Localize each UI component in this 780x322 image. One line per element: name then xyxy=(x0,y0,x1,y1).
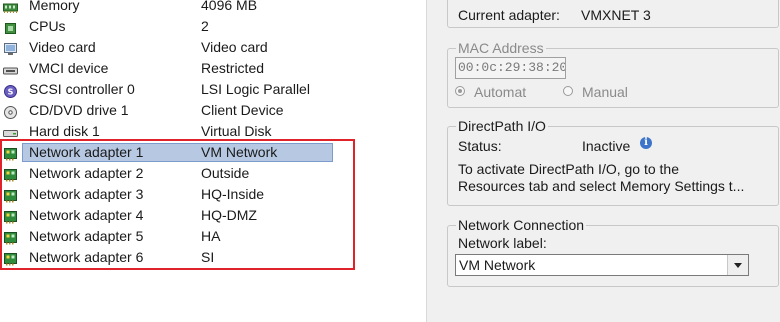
hardware-summary: HA xyxy=(201,228,221,244)
hard-disk-icon xyxy=(3,125,18,138)
hardware-row-network-adapter-2[interactable]: Network adapter 2 Outside xyxy=(0,163,426,184)
current-adapter-label: Current adapter: xyxy=(458,7,560,23)
hardware-summary: HQ-Inside xyxy=(201,186,265,202)
hardware-name: SCSI controller 0 xyxy=(29,81,135,97)
hardware-name: Network adapter 4 xyxy=(29,207,144,223)
info-icon[interactable]: i xyxy=(640,137,652,149)
network-label-selected: VM Network xyxy=(459,257,536,273)
network-adapter-icon xyxy=(3,230,18,245)
network-adapter-icon xyxy=(3,188,18,203)
hardware-row-network-adapter-1[interactable]: Network adapter 1 VM Network xyxy=(0,142,426,163)
network-adapter-icon xyxy=(3,209,18,224)
hardware-summary: 2 xyxy=(201,18,209,34)
hardware-row-network-adapter-4[interactable]: Network adapter 4 HQ-DMZ xyxy=(0,205,426,226)
hardware-summary: Client Device xyxy=(201,102,284,118)
current-adapter-value: VMXNET 3 xyxy=(581,7,651,23)
hardware-name: Video card xyxy=(29,39,96,55)
monitor-icon xyxy=(3,41,18,55)
network-adapter-icon xyxy=(3,251,18,266)
hardware-row-network-adapter-3[interactable]: Network adapter 3 HQ-Inside xyxy=(0,184,426,205)
mac-address-input[interactable]: 00:0c:29:38:20: xyxy=(455,57,566,79)
hardware-panel: Memory 4096 MB CPUs 2 Video card Video card VM… xyxy=(0,0,426,322)
network-label-select[interactable]: VM Network xyxy=(455,254,749,276)
network-adapter-icon xyxy=(3,146,18,161)
directpath-hint-line1: To activate DirectPath I/O, go to the xyxy=(458,161,679,177)
directpath-status-label: Status: xyxy=(458,138,502,154)
hardware-name: Network adapter 2 xyxy=(29,165,144,181)
hardware-row-video-card[interactable]: Video card Video card xyxy=(0,37,426,58)
memory-icon xyxy=(3,0,18,13)
automatic-radio-label: Automat xyxy=(474,84,527,100)
hardware-name: Network adapter 3 xyxy=(29,186,144,202)
hardware-summary: Outside xyxy=(201,165,250,181)
hardware-row-vmci-device[interactable]: VMCI device Restricted xyxy=(0,58,426,79)
hardware-summary: Virtual Disk xyxy=(201,123,272,139)
hardware-row-scsi-controller-0[interactable]: S SCSI controller 0 LSI Logic Parallel xyxy=(0,79,426,100)
automatic-radio[interactable] xyxy=(455,86,465,96)
chevron-down-icon[interactable] xyxy=(727,255,748,275)
hardware-name: CD/DVD drive 1 xyxy=(29,102,129,118)
directpath-legend: DirectPath I/O xyxy=(456,117,548,135)
directpath-status-value: Inactive xyxy=(582,138,631,154)
hardware-name: Hard disk 1 xyxy=(29,123,100,139)
hardware-summary: Video card xyxy=(201,39,268,55)
directpath-hint-line2: Resources tab and select Memory Settings… xyxy=(458,178,745,194)
hardware-row-hard-disk-1[interactable]: Hard disk 1 Virtual Disk xyxy=(0,121,426,142)
hardware-name: CPUs xyxy=(29,18,66,34)
network-connection-legend: Network Connection xyxy=(456,216,587,234)
hardware-summary: LSI Logic Parallel xyxy=(201,81,310,97)
hardware-summary: Restricted xyxy=(201,60,265,76)
mac-address-legend: MAC Address xyxy=(456,39,546,57)
manual-radio-label: Manual xyxy=(582,84,628,100)
scsi-icon: S xyxy=(3,83,18,98)
hardware-name: Network adapter 6 xyxy=(29,249,144,265)
hardware-row-network-adapter-5[interactable]: Network adapter 5 HA xyxy=(0,226,426,247)
hardware-summary: 4096 MB xyxy=(201,0,258,13)
manual-radio[interactable] xyxy=(563,86,573,96)
hardware-summary: VM Network xyxy=(201,144,278,160)
hardware-name: Network adapter 1 xyxy=(29,144,144,160)
hardware-row-cd-dvd-drive-1[interactable]: CD/DVD drive 1 Client Device xyxy=(0,100,426,121)
hardware-list: Memory 4096 MB CPUs 2 Video card Video card VM… xyxy=(0,0,426,268)
network-label-caption: Network label: xyxy=(458,235,547,251)
cpu-icon xyxy=(3,20,18,34)
hardware-name: Network adapter 5 xyxy=(29,228,144,244)
hardware-row-cpus[interactable]: CPUs 2 xyxy=(0,16,426,37)
hardware-name: Memory xyxy=(29,0,80,13)
hardware-row-memory[interactable]: Memory 4096 MB xyxy=(0,0,426,16)
hardware-summary: SI xyxy=(201,249,215,265)
svg-text:S: S xyxy=(8,88,14,97)
hardware-row-network-adapter-6[interactable]: Network adapter 6 SI xyxy=(0,247,426,268)
vmci-icon xyxy=(3,62,18,75)
hardware-name: VMCI device xyxy=(29,60,109,76)
network-adapter-icon xyxy=(3,167,18,182)
hardware-summary: HQ-DMZ xyxy=(201,207,257,223)
cd-drive-icon xyxy=(3,104,18,119)
